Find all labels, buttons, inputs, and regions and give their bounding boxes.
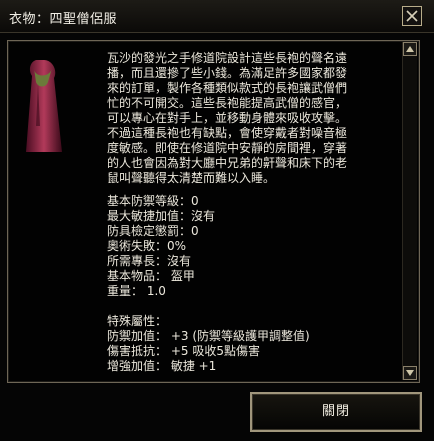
- scroll-up-button[interactable]: [403, 42, 417, 56]
- robe-icon: [26, 60, 62, 152]
- property-enhancement-bonus: 增強加值： 敏捷 +1: [107, 359, 217, 373]
- close-dialog-button[interactable]: 關閉: [250, 392, 422, 432]
- item-info-window: 衣物：四聖僧侶服 瓦沙的發光之手修道院設計這些長袍的聲名遠 播，而且還摻了些小錢…: [0, 0, 434, 441]
- arrow-up-icon: [406, 46, 414, 52]
- stat-weight: 重量： 1.0: [107, 284, 166, 298]
- arrow-down-icon: [406, 370, 414, 376]
- property-damage-resistance: 傷害抵抗： +5 吸收5點傷害: [107, 344, 260, 358]
- stat-required-feat: 所需專長：沒有: [107, 254, 192, 268]
- window-title: 衣物：四聖僧侶服: [9, 12, 118, 27]
- special-properties-heading: 特殊屬性：: [107, 314, 168, 328]
- close-button[interactable]: [402, 6, 422, 26]
- title-bar: 衣物：四聖僧侶服: [0, 0, 434, 33]
- description-scrollbar[interactable]: [402, 42, 417, 380]
- stat-base-item: 基本物品： 盔甲: [107, 269, 195, 283]
- stat-max-dex: 最大敏捷加值：沒有: [107, 209, 216, 223]
- stat-spacer: [107, 299, 397, 314]
- stat-arcane-failure: 奧術失敗：0%: [107, 239, 187, 253]
- item-stats: 基本防禦等級：0 最大敏捷加值：沒有 防具檢定懲罰：0 奧術失敗：0% 所需專長…: [107, 194, 397, 374]
- property-ac-bonus: 防禦加值： +3 (防禦等級護甲調整值): [107, 329, 310, 343]
- close-icon: [406, 10, 418, 22]
- stat-base-ac: 基本防禦等級：0: [107, 194, 199, 208]
- stat-armor-check-penalty: 防具檢定懲罰：0: [107, 224, 199, 238]
- scroll-down-button[interactable]: [403, 366, 417, 380]
- item-description: 瓦沙的發光之手修道院設計這些長袍的聲名遠 播，而且還摻了些小錢。為滿足許多國家都…: [107, 51, 348, 185]
